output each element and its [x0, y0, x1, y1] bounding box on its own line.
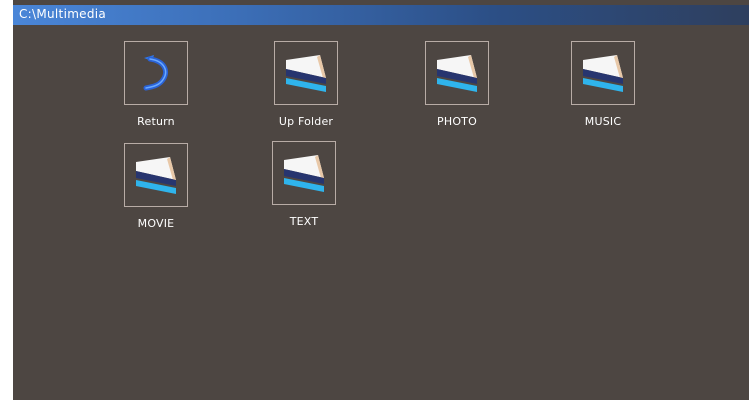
- item-label: MUSIC: [584, 115, 622, 128]
- movie-folder-item[interactable]: MOVIE: [101, 143, 193, 243]
- up-folder-item[interactable]: Up Folder: [251, 41, 343, 141]
- item-label: Up Folder: [278, 115, 334, 128]
- item-frame: [571, 41, 635, 105]
- item-frame: [274, 41, 338, 105]
- text-folder-item[interactable]: TEXT: [249, 141, 341, 241]
- path-title: C:\Multimedia: [19, 7, 107, 21]
- item-label: MOVIE: [137, 217, 175, 230]
- item-frame: [124, 41, 188, 105]
- title-bar: C:\Multimedia: [13, 5, 749, 25]
- item-label: Return: [137, 115, 175, 128]
- item-frame: [425, 41, 489, 105]
- item-frame: [124, 143, 188, 207]
- item-frame: [272, 141, 336, 205]
- folder-icon: [437, 55, 477, 92]
- return-arrow-icon: [143, 55, 168, 91]
- folder-icon: [284, 155, 324, 192]
- folder-icon: [286, 55, 326, 92]
- item-label: TEXT: [289, 215, 319, 228]
- return-item[interactable]: Return: [101, 41, 193, 141]
- photo-folder-item[interactable]: PHOTO: [402, 41, 494, 141]
- item-label: PHOTO: [437, 115, 477, 128]
- media-browser-screen: C:\Multimedia Return Up Folder PHOTO MUS…: [13, 0, 749, 400]
- folder-icon: [136, 157, 176, 194]
- folder-icon: [583, 55, 623, 92]
- music-folder-item[interactable]: MUSIC: [548, 41, 640, 141]
